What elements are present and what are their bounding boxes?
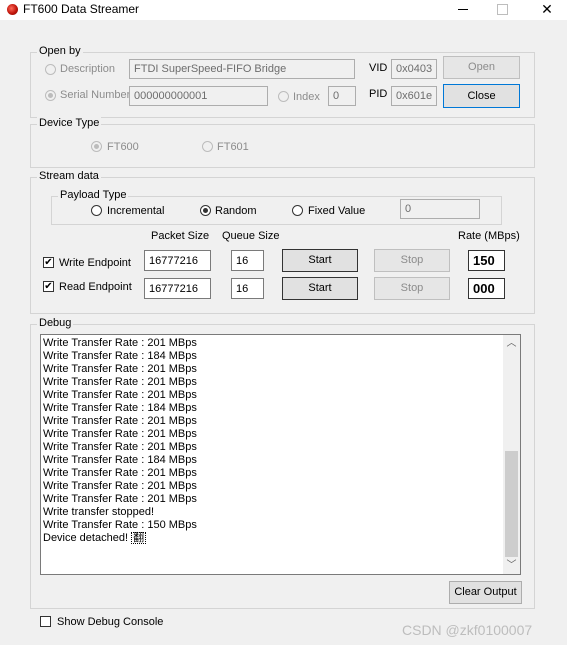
debug-output[interactable]: Write Transfer Rate : 201 MBps Write Tran… bbox=[40, 334, 521, 575]
pid-field[interactable]: 0x601e bbox=[391, 86, 437, 106]
rate-header: Rate (MBps) bbox=[458, 230, 520, 242]
debug-line: Write Transfer Rate : 184 MBps bbox=[43, 350, 197, 362]
serial-number-radio[interactable] bbox=[45, 90, 56, 101]
serial-number-label: Serial Number bbox=[60, 89, 131, 101]
ft601-radio[interactable] bbox=[202, 141, 213, 152]
read-endpoint-label: Read Endpoint bbox=[59, 281, 132, 293]
show-debug-console-label: Show Debug Console bbox=[57, 616, 164, 628]
index-field[interactable]: 0 bbox=[328, 86, 356, 106]
debug-line: Write Transfer Rate : 150 MBps bbox=[43, 519, 197, 531]
write-endpoint-checkbox[interactable]: ✔ bbox=[43, 257, 54, 268]
queue-size-header: Queue Size bbox=[222, 230, 280, 242]
maximize-button[interactable] bbox=[482, 0, 522, 20]
ft601-label: FT601 bbox=[217, 141, 249, 153]
close-window-button[interactable]: ✕ bbox=[527, 0, 567, 20]
debug-line: Write Transfer Rate : 184 MBps bbox=[43, 454, 197, 466]
scroll-thumb[interactable] bbox=[505, 451, 518, 557]
close-icon: ✕ bbox=[541, 1, 553, 17]
packet-size-header: Packet Size bbox=[151, 230, 210, 242]
incremental-label: Incremental bbox=[107, 205, 165, 217]
description-radio[interactable] bbox=[45, 64, 56, 75]
debug-line: Write Transfer Rate : 201 MBps bbox=[43, 337, 197, 349]
write-endpoint-label: Write Endpoint bbox=[59, 257, 131, 269]
debug-line: Write Transfer Rate : 201 MBps bbox=[43, 441, 197, 453]
debug-lines: Write Transfer Rate : 201 MBps Write Tran… bbox=[43, 337, 197, 545]
maximize-icon bbox=[496, 4, 508, 15]
payload-type-title: Payload Type bbox=[58, 189, 129, 201]
open-by-title: Open by bbox=[37, 45, 83, 57]
write-stop-button[interactable]: Stop bbox=[374, 249, 450, 272]
description-field[interactable]: FTDI SuperSpeed-FIFO Bridge bbox=[129, 59, 355, 79]
pid-label: PID bbox=[369, 88, 388, 100]
open-button[interactable]: Open bbox=[443, 56, 520, 79]
read-stop-button[interactable]: Stop bbox=[374, 277, 450, 300]
text-cursor-glyph: 翻 bbox=[131, 532, 147, 544]
ft600-label: FT600 bbox=[107, 141, 139, 153]
minimize-button[interactable] bbox=[443, 0, 483, 20]
debug-line: Write Transfer Rate : 201 MBps bbox=[43, 389, 197, 401]
debug-title: Debug bbox=[37, 317, 74, 329]
watermark: CSDN @zkf0100007 bbox=[402, 622, 533, 638]
debug-scrollbar[interactable]: ︿ ﹀ bbox=[503, 335, 520, 574]
index-label: Index bbox=[293, 91, 320, 103]
fixed-value-radio[interactable] bbox=[292, 205, 303, 216]
debug-line: Write Transfer Rate : 201 MBps bbox=[43, 428, 197, 440]
vid-label: VID bbox=[369, 62, 388, 74]
serial-number-field[interactable]: 000000000001 bbox=[129, 86, 268, 106]
debug-line: Write Transfer Rate : 201 MBps bbox=[43, 376, 197, 388]
random-radio[interactable] bbox=[200, 205, 211, 216]
device-type-group: Device Type bbox=[30, 117, 535, 168]
write-packet-size-field[interactable]: 16777216 bbox=[144, 250, 211, 271]
description-label: Description bbox=[60, 63, 116, 75]
debug-line: Write Transfer Rate : 201 MBps bbox=[43, 493, 197, 505]
scroll-down-icon[interactable]: ﹀ bbox=[503, 557, 520, 574]
debug-line: Write Transfer Rate : 201 MBps bbox=[43, 480, 197, 492]
incremental-radio[interactable] bbox=[91, 205, 102, 216]
read-queue-size-field[interactable]: 16 bbox=[231, 278, 264, 299]
scroll-up-icon[interactable]: ︿ bbox=[503, 335, 520, 352]
debug-line-last: Device detached! 翻 bbox=[43, 532, 197, 545]
random-label: Random bbox=[215, 205, 257, 217]
read-rate-field: 000 bbox=[468, 278, 505, 299]
minimize-icon bbox=[458, 9, 468, 11]
vid-field[interactable]: 0x0403 bbox=[391, 59, 437, 79]
read-packet-size-field[interactable]: 16777216 bbox=[144, 278, 211, 299]
device-type-title: Device Type bbox=[37, 117, 102, 129]
write-queue-size-field[interactable]: 16 bbox=[231, 250, 264, 271]
show-debug-console-checkbox[interactable] bbox=[40, 616, 51, 627]
ft600-radio[interactable] bbox=[91, 141, 102, 152]
debug-line: Write Transfer Rate : 201 MBps bbox=[43, 467, 197, 479]
fixed-value-label: Fixed Value bbox=[308, 205, 366, 217]
write-rate-field: 150 bbox=[468, 250, 505, 271]
window-title: FT600 Data Streamer bbox=[23, 2, 140, 16]
index-radio[interactable] bbox=[278, 91, 289, 102]
debug-last-text: Device detached! bbox=[43, 532, 132, 544]
clear-output-button[interactable]: Clear Output bbox=[449, 581, 522, 604]
app-icon bbox=[7, 4, 18, 15]
debug-line: Write transfer stopped! bbox=[43, 506, 155, 518]
close-button[interactable]: Close bbox=[443, 84, 520, 108]
title-bar: FT600 Data Streamer ✕ bbox=[0, 0, 567, 20]
debug-line: Write Transfer Rate : 184 MBps bbox=[43, 402, 197, 414]
write-start-button[interactable]: Start bbox=[282, 249, 358, 272]
debug-line: Write Transfer Rate : 201 MBps bbox=[43, 363, 197, 375]
fixed-value-field[interactable]: 0 bbox=[400, 199, 480, 219]
debug-line: Write Transfer Rate : 201 MBps bbox=[43, 415, 197, 427]
read-start-button[interactable]: Start bbox=[282, 277, 358, 300]
read-endpoint-checkbox[interactable]: ✔ bbox=[43, 281, 54, 292]
stream-data-title: Stream data bbox=[37, 170, 101, 182]
